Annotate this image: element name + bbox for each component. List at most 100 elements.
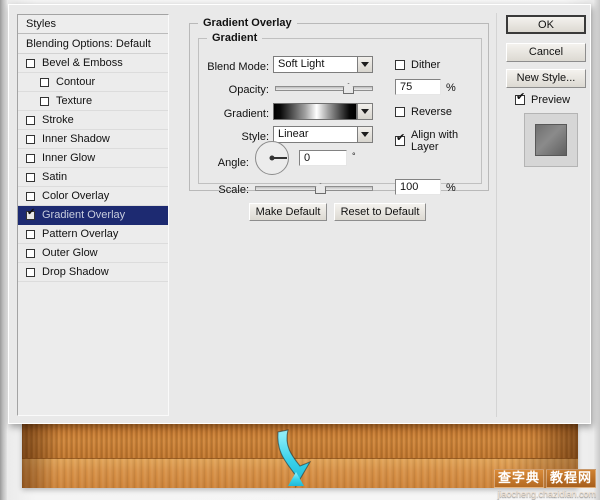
style-item-label: Bevel & Emboss	[42, 57, 123, 69]
scale-slider-knob[interactable]	[315, 183, 326, 194]
scale-label: Scale:	[203, 184, 249, 196]
style-item-gradient-overlay[interactable]: Gradient Overlay	[18, 206, 168, 225]
gradient-overlay-section: Gradient Overlay Gradient Blend Mode: So…	[189, 23, 489, 191]
style-item-drop-shadow[interactable]: Drop Shadow	[18, 263, 168, 282]
wood-floor-shadow-right	[508, 458, 578, 488]
style-item-label: Inner Glow	[42, 152, 95, 164]
new-style-button[interactable]: New Style...	[506, 69, 586, 88]
style-item-contour[interactable]: Contour	[18, 73, 168, 92]
canvas-left-edge	[0, 0, 7, 500]
screenshot-root: 查字典 教程网 jiaocheng.chazidian.com	[0, 0, 600, 500]
checkbox-color-overlay[interactable]	[26, 192, 35, 201]
reverse-checkbox-row[interactable]: Reverse	[395, 106, 452, 118]
style-item-label: Pattern Overlay	[42, 228, 118, 240]
angle-unit: °	[352, 151, 356, 161]
subgroup-title: Gradient	[207, 32, 262, 44]
style-item-label: Gradient Overlay	[42, 209, 125, 221]
section-title: Gradient Overlay	[198, 17, 297, 29]
blending-options-row[interactable]: Blending Options: Default	[18, 34, 168, 54]
wood-back-shadow-right	[532, 424, 578, 458]
opacity-value: 75	[400, 81, 412, 93]
checkbox-inner-glow[interactable]	[26, 154, 35, 163]
styles-list-panel[interactable]: Styles Blending Options: Default Bevel &…	[17, 14, 169, 416]
dither-label: Dither	[411, 59, 440, 71]
style-item-pattern-overlay[interactable]: Pattern Overlay	[18, 225, 168, 244]
scale-slider[interactable]	[255, 182, 373, 194]
reverse-label: Reverse	[411, 106, 452, 118]
blend-mode-label: Blend Mode:	[203, 61, 269, 73]
wood-back-panel	[22, 424, 578, 458]
style-item-texture[interactable]: Texture	[18, 92, 168, 111]
checkbox-outer-glow[interactable]	[26, 249, 35, 258]
reset-to-default-button[interactable]: Reset to Default	[334, 203, 426, 221]
gradient-picker[interactable]	[273, 103, 373, 120]
blend-mode-dropdown[interactable]: Soft Light	[273, 56, 373, 73]
opacity-input[interactable]: 75	[395, 79, 441, 95]
gradient-swatch[interactable]	[273, 103, 357, 120]
style-value: Linear	[273, 126, 357, 143]
wood-back-shadow-left	[22, 424, 60, 458]
checkbox-drop-shadow[interactable]	[26, 268, 35, 277]
style-item-color-overlay[interactable]: Color Overlay	[18, 187, 168, 206]
preview-checkbox[interactable]	[515, 95, 525, 105]
style-item-label: Contour	[56, 76, 95, 88]
align-with-layer-checkbox[interactable]	[395, 136, 405, 146]
checkbox-stroke[interactable]	[26, 116, 35, 125]
chevron-down-icon[interactable]	[357, 56, 373, 73]
wood-floor-shadow-left	[22, 458, 56, 488]
checkbox-texture[interactable]	[40, 97, 49, 106]
opacity-label: Opacity:	[203, 84, 269, 96]
styles-list-header: Styles	[18, 15, 168, 34]
style-dropdown[interactable]: Linear	[273, 126, 373, 143]
style-item-inner-glow[interactable]: Inner Glow	[18, 149, 168, 168]
wood-floor-surface	[22, 458, 578, 488]
chevron-down-icon[interactable]	[357, 103, 373, 120]
style-item-satin[interactable]: Satin	[18, 168, 168, 187]
canvas-right-edge	[594, 0, 600, 500]
checkbox-inner-shadow[interactable]	[26, 135, 35, 144]
style-item-stroke[interactable]: Stroke	[18, 111, 168, 130]
preview-label: Preview	[531, 94, 570, 106]
opacity-slider-knob[interactable]	[343, 83, 354, 94]
scale-input[interactable]: 100	[395, 179, 441, 195]
style-label: Style:	[203, 131, 269, 143]
checkbox-bevel-emboss[interactable]	[26, 59, 35, 68]
ok-button[interactable]: OK	[506, 15, 586, 34]
style-item-label: Texture	[56, 95, 92, 107]
style-item-label: Stroke	[42, 114, 74, 126]
style-preview-thumbnail	[524, 113, 578, 167]
checkbox-gradient-overlay[interactable]	[26, 211, 35, 220]
cancel-button[interactable]: Cancel	[506, 43, 586, 62]
align-with-layer-row[interactable]: Align with Layer	[395, 129, 481, 153]
style-item-inner-shadow[interactable]: Inner Shadow	[18, 130, 168, 149]
dither-checkbox[interactable]	[395, 60, 405, 70]
style-item-label: Color Overlay	[42, 190, 109, 202]
wooden-floor-artwork	[22, 424, 578, 488]
scale-unit: %	[446, 182, 456, 194]
style-item-label: Inner Shadow	[42, 133, 110, 145]
make-default-button[interactable]: Make Default	[249, 203, 327, 221]
opacity-unit: %	[446, 82, 456, 94]
opacity-slider[interactable]	[275, 82, 373, 94]
gradient-label: Gradient:	[203, 108, 269, 120]
checkbox-contour[interactable]	[40, 78, 49, 87]
reverse-checkbox[interactable]	[395, 107, 405, 117]
style-item-label: Outer Glow	[42, 247, 98, 259]
preview-checkbox-row[interactable]: Preview	[515, 93, 587, 107]
right-column-divider	[496, 13, 497, 417]
style-item-bevel-emboss[interactable]: Bevel & Emboss	[18, 54, 168, 73]
dither-checkbox-row[interactable]: Dither	[395, 59, 440, 71]
angle-input[interactable]: 0	[299, 150, 347, 166]
layer-style-dialog: Styles Blending Options: Default Bevel &…	[8, 4, 591, 424]
angle-dial-center	[270, 156, 275, 161]
checkbox-satin[interactable]	[26, 173, 35, 182]
preview-thumbnail-swatch	[535, 124, 567, 156]
style-item-label: Drop Shadow	[42, 266, 109, 278]
style-item-outer-glow[interactable]: Outer Glow	[18, 244, 168, 263]
chevron-down-icon[interactable]	[357, 126, 373, 143]
scale-value: 100	[400, 181, 418, 193]
gradient-subgroup: Gradient Blend Mode: Soft Light Dither O…	[198, 38, 482, 184]
checkbox-pattern-overlay[interactable]	[26, 230, 35, 239]
angle-dial[interactable]	[255, 141, 289, 175]
angle-value: 0	[304, 152, 310, 164]
